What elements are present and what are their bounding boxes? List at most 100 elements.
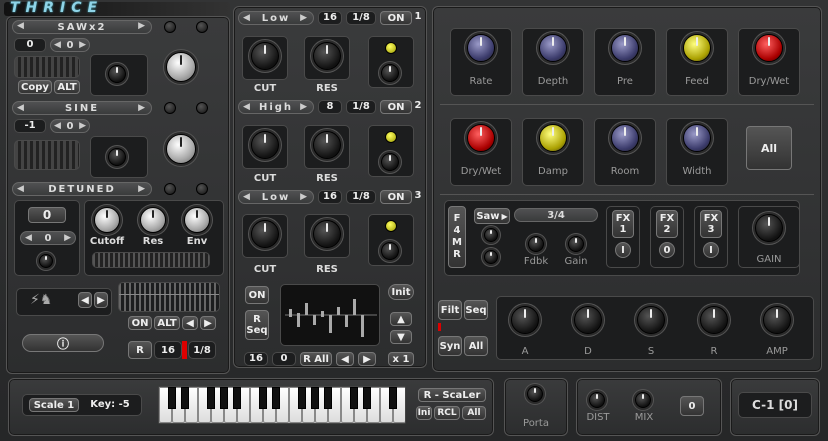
filter2-yellow-led[interactable] [385, 131, 397, 143]
osc1-volume-knob[interactable] [166, 52, 196, 82]
filter2-type-selector[interactable]: ◀ High ▶ [238, 100, 314, 114]
seq-mid-next-button[interactable]: ▶ [358, 352, 376, 366]
osc2-octave-box[interactable]: -1 [14, 119, 46, 133]
key-black[interactable] [363, 387, 371, 409]
osc2-wave-selector[interactable]: ◀ SINE ▶ [12, 101, 152, 115]
osc2-volume-knob[interactable] [166, 134, 196, 164]
filter2-res-knob[interactable] [313, 131, 341, 159]
seq-left-rate-box[interactable]: 1/8 [188, 341, 216, 359]
dist-knob[interactable] [589, 392, 605, 408]
mode-right-button[interactable]: ▶ [94, 292, 108, 308]
fx-drywet1-knob[interactable] [755, 34, 783, 62]
osc2-fine-knob[interactable] [108, 148, 126, 166]
copy-button[interactable]: Copy [18, 80, 52, 94]
fmr-gain-knob[interactable] [568, 236, 584, 252]
osc3-semi-selector[interactable]: ◀ 0 ▶ [20, 231, 76, 245]
keyboard[interactable] [158, 386, 406, 424]
osc2-semi-selector[interactable]: ◀ 0 ▶ [50, 119, 90, 133]
key-black[interactable] [207, 387, 215, 409]
env-a-knob[interactable] [511, 306, 539, 334]
fx-damp-knob[interactable] [539, 124, 567, 152]
fx-slot-1-button[interactable]: FX 1 [612, 210, 634, 238]
filter1-steps[interactable]: 16 [318, 11, 342, 25]
key-black[interactable] [233, 387, 241, 409]
osc1-led-b[interactable] [196, 21, 208, 33]
porta-knob[interactable] [527, 386, 543, 402]
osc1-wave-selector[interactable]: ◀ SAWx2 ▶ [12, 20, 152, 34]
filter3-steps[interactable]: 16 [318, 190, 342, 204]
filter1-res-knob[interactable] [313, 42, 341, 70]
env-all-button[interactable]: All [464, 336, 488, 356]
alt-button[interactable]: ALT [54, 80, 80, 94]
key-black[interactable] [168, 387, 176, 409]
dist-zero-button[interactable]: 0 [680, 396, 704, 416]
key-black[interactable] [350, 387, 358, 409]
filter2-on-button[interactable]: ON [380, 100, 412, 114]
env-amp-knob[interactable] [763, 306, 791, 334]
fx-room-knob[interactable] [611, 124, 639, 152]
osc3-led-a[interactable] [164, 183, 176, 195]
seq-mid-steps[interactable]: 16 [244, 352, 268, 366]
osc3-value[interactable]: 0 [28, 207, 66, 223]
osc1-fine-knob[interactable] [108, 65, 126, 83]
seq-left-r-button[interactable]: R [128, 341, 152, 359]
key-black[interactable] [311, 387, 319, 409]
osc1-led-a[interactable] [164, 21, 176, 33]
env-knob[interactable] [184, 207, 210, 233]
fmr-fdbk-knob[interactable] [528, 236, 544, 252]
seq-mid-down-button[interactable]: ▼ [390, 330, 412, 344]
osc3-small-knob[interactable] [39, 254, 53, 268]
filter2-steps[interactable]: 8 [318, 100, 342, 114]
key-black[interactable] [272, 387, 280, 409]
osc2-led-b[interactable] [196, 102, 208, 114]
fmr-knob-a[interactable] [484, 228, 498, 242]
osc3-led-b[interactable] [196, 183, 208, 195]
filter3-yellow-led[interactable] [385, 220, 397, 232]
fx-rate-knob[interactable] [467, 34, 495, 62]
seq-mid-val[interactable]: 0 [272, 352, 296, 366]
key-black[interactable] [220, 387, 228, 409]
filter3-res-knob[interactable] [313, 220, 341, 248]
seq-left-next-button[interactable]: ▶ [200, 316, 216, 330]
key-black[interactable] [389, 387, 397, 409]
fx-all-button[interactable]: All [746, 126, 792, 170]
filter3-mod-knob[interactable] [381, 242, 399, 260]
key-black[interactable] [181, 387, 189, 409]
seq-left-alt-button[interactable]: ALT [154, 316, 180, 330]
seq-mid-up-button[interactable]: ▲ [390, 312, 412, 326]
fx-slot-2-toggle[interactable]: 0 [659, 242, 675, 258]
ini-button[interactable]: Ini [416, 406, 432, 420]
osc1-octave-box[interactable]: 0 [14, 38, 46, 52]
filter3-rate[interactable]: 1/8 [346, 190, 376, 204]
key-black[interactable] [298, 387, 306, 409]
filter1-mod-knob[interactable] [381, 64, 399, 82]
res-knob[interactable] [140, 207, 166, 233]
scale-button[interactable]: Scale 1 [29, 398, 79, 412]
key-black[interactable] [324, 387, 332, 409]
seq-mid-on-button[interactable]: ON [245, 286, 269, 304]
cutoff-knob[interactable] [94, 207, 120, 233]
osc3-wave-selector[interactable]: ◀ DETUNED ▶ [12, 182, 152, 196]
filter1-type-selector[interactable]: ◀ Low ▶ [238, 11, 314, 25]
env-filt-button[interactable]: Filt [438, 300, 462, 320]
seq-mid-rall-button[interactable]: R All [300, 352, 332, 366]
filter3-type-selector[interactable]: ◀ Low ▶ [238, 190, 314, 204]
fx-width-knob[interactable] [683, 124, 711, 152]
mode-left-button[interactable]: ◀ [78, 292, 92, 308]
filter2-rate[interactable]: 1/8 [346, 100, 376, 114]
seq-mid-prev-button[interactable]: ◀ [336, 352, 354, 366]
osc1-semi-selector[interactable]: ◀ 0 ▶ [50, 38, 90, 52]
fmr-ratio-selector[interactable]: 3/4 [514, 208, 598, 222]
fx-slot-3-toggle[interactable]: I [703, 242, 719, 258]
fmr-saw-button[interactable]: Saw ▶ [474, 208, 510, 224]
filter2-mod-knob[interactable] [381, 153, 399, 171]
env-seq-button[interactable]: Seq [464, 300, 488, 320]
seq-left-on-button[interactable]: ON [128, 316, 152, 330]
seq-mid-init-button[interactable]: Init [388, 284, 414, 300]
filter2-cut-knob[interactable] [251, 131, 279, 159]
rcl-button[interactable]: RCL [434, 406, 460, 420]
fx-pre-knob[interactable] [611, 34, 639, 62]
filter1-cut-knob[interactable] [251, 42, 279, 70]
filter1-yellow-led[interactable] [385, 42, 397, 54]
fx-slot-2-button[interactable]: FX 2 [656, 210, 678, 238]
